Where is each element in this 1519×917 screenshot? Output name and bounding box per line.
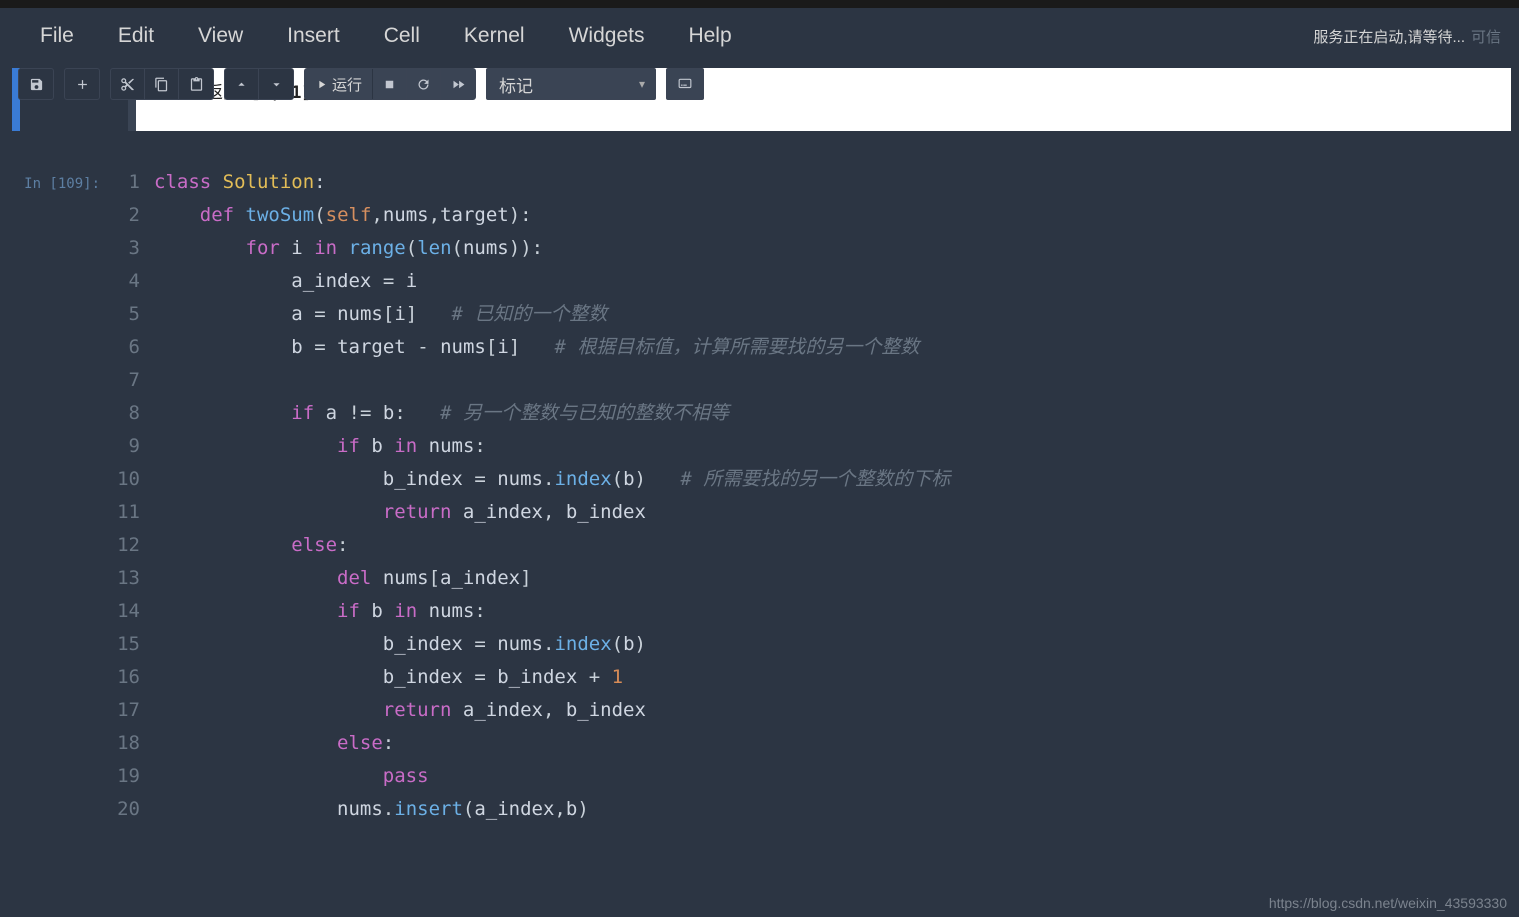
line-number-gutter: 1234567891011121314151617181920 xyxy=(106,166,154,826)
code-line[interactable]: return a_index, b_index xyxy=(154,694,950,727)
code-line[interactable]: return a_index, b_index xyxy=(154,496,950,529)
move-down-button[interactable] xyxy=(259,69,293,99)
code-line[interactable]: b_index = b_index + 1 xyxy=(154,661,950,694)
line-number: 8 xyxy=(106,397,140,430)
notebook-area: In [109]: 123456789101112131415161718192… xyxy=(0,160,1519,917)
code-line[interactable] xyxy=(154,364,950,397)
code-line[interactable]: else: xyxy=(154,529,950,562)
line-number: 17 xyxy=(106,694,140,727)
line-number: 13 xyxy=(106,562,140,595)
kernel-status-text: 服务正在启动,请等待... xyxy=(1313,26,1465,47)
code-line[interactable]: class Solution: xyxy=(154,166,950,199)
line-number: 20 xyxy=(106,793,140,826)
menu-kernel[interactable]: Kernel xyxy=(442,18,547,54)
code-editor[interactable]: 1234567891011121314151617181920 class So… xyxy=(106,166,1511,826)
save-button[interactable] xyxy=(19,69,53,99)
line-number: 9 xyxy=(106,430,140,463)
code-line[interactable]: if b in nums: xyxy=(154,595,950,628)
menu-widgets[interactable]: Widgets xyxy=(547,18,667,54)
toolbar: 运行 标记 xyxy=(0,64,1519,108)
line-number: 5 xyxy=(106,298,140,331)
copy-button[interactable] xyxy=(145,69,179,99)
code-line[interactable]: b = target - nums[i] # 根据目标值，计算所需要找的另一个整… xyxy=(154,331,950,364)
menubar: File Edit View Insert Cell Kernel Widget… xyxy=(0,8,1519,64)
cut-button[interactable] xyxy=(111,69,145,99)
line-number: 4 xyxy=(106,265,140,298)
menu-insert[interactable]: Insert xyxy=(265,18,362,54)
browser-bookmark-bar xyxy=(0,0,1519,8)
watermark: https://blog.csdn.net/weixin_43593330 xyxy=(1269,895,1507,911)
line-number: 11 xyxy=(106,496,140,529)
kernel-status: 服务正在启动,请等待... 可信 xyxy=(1313,26,1501,47)
menu-cell[interactable]: Cell xyxy=(362,18,442,54)
line-number: 6 xyxy=(106,331,140,364)
line-number: 14 xyxy=(106,595,140,628)
code-line[interactable]: else: xyxy=(154,727,950,760)
move-up-button[interactable] xyxy=(225,69,259,99)
code-line[interactable]: b_index = nums.index(b) # 所需要找的另一个整数的下标 xyxy=(154,463,950,496)
line-number: 7 xyxy=(106,364,140,397)
line-number: 3 xyxy=(106,232,140,265)
run-button[interactable]: 运行 xyxy=(305,69,373,99)
cell-type-select[interactable]: 标记 xyxy=(486,68,656,100)
code-line[interactable]: a_index = i xyxy=(154,265,950,298)
command-palette-button[interactable] xyxy=(666,68,704,100)
code-line[interactable]: if a != b: # 另一个整数与已知的整数不相等 xyxy=(154,397,950,430)
restart-run-all-button[interactable] xyxy=(441,69,475,99)
menu-help[interactable]: Help xyxy=(666,18,753,54)
line-number: 19 xyxy=(106,760,140,793)
trusted-label[interactable]: 可信 xyxy=(1471,26,1501,47)
line-number: 15 xyxy=(106,628,140,661)
code-line[interactable]: pass xyxy=(154,760,950,793)
paste-button[interactable] xyxy=(179,69,213,99)
code-line[interactable]: a = nums[i] # 已知的一个整数 xyxy=(154,298,950,331)
code-line[interactable]: b_index = nums.index(b) xyxy=(154,628,950,661)
restart-button[interactable] xyxy=(407,69,441,99)
code-line[interactable]: for i in range(len(nums)): xyxy=(154,232,950,265)
code-line[interactable]: if b in nums: xyxy=(154,430,950,463)
line-number: 2 xyxy=(106,199,140,232)
line-number: 12 xyxy=(106,529,140,562)
menu-view[interactable]: View xyxy=(176,18,265,54)
interrupt-button[interactable] xyxy=(373,69,407,99)
menu-file[interactable]: File xyxy=(18,18,96,54)
cell-prompt: In [109]: xyxy=(22,166,106,826)
line-number: 10 xyxy=(106,463,140,496)
code-line[interactable]: del nums[a_index] xyxy=(154,562,950,595)
line-number: 18 xyxy=(106,727,140,760)
code-line[interactable]: nums.insert(a_index,b) xyxy=(154,793,950,826)
menu-edit[interactable]: Edit xyxy=(96,18,176,54)
code-line[interactable]: def twoSum(self,nums,target): xyxy=(154,199,950,232)
line-number: 16 xyxy=(106,661,140,694)
code-body[interactable]: class Solution: def twoSum(self,nums,tar… xyxy=(154,166,950,826)
code-cell[interactable]: In [109]: 123456789101112131415161718192… xyxy=(0,160,1519,826)
insert-cell-button[interactable] xyxy=(65,69,99,99)
cell-type-value: 标记 xyxy=(499,72,533,97)
line-number: 1 xyxy=(106,166,140,199)
run-button-label: 运行 xyxy=(332,74,362,95)
